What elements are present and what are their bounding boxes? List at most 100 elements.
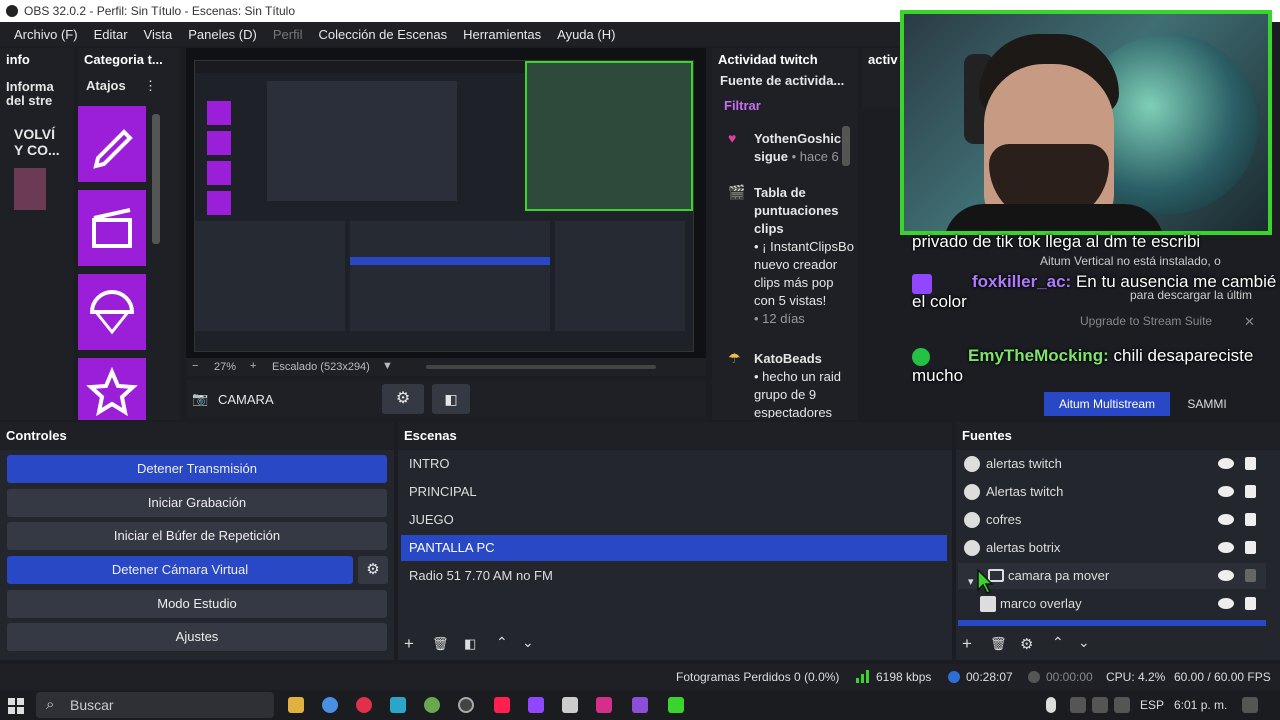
chrome-icon[interactable]: [322, 697, 338, 713]
lock-icon[interactable]: [1245, 597, 1256, 610]
lock-icon[interactable]: [1245, 541, 1256, 554]
shortcut-parachute[interactable]: [78, 274, 146, 350]
eye-icon[interactable]: [1218, 598, 1234, 609]
preview-canvas[interactable]: [186, 48, 706, 358]
microphone-icon[interactable]: [1046, 697, 1056, 713]
language-indicator[interactable]: ESP: [1140, 698, 1164, 712]
stop-virtual-camera-button[interactable]: Detener Cámara Virtual: [7, 556, 353, 584]
clapper-icon: 🎬: [728, 184, 746, 200]
volume-icon[interactable]: [1114, 697, 1130, 713]
clock[interactable]: 6:01 p. m.: [1174, 698, 1227, 712]
info-note-2: Y CO...: [14, 142, 60, 158]
eye-icon[interactable]: [1218, 514, 1234, 525]
image-source-icon: [980, 596, 996, 612]
activity-item-3: KatoBeads • hecho un raid grupo de 9 esp…: [754, 350, 854, 418]
virtual-camera-settings-button[interactable]: ⚙: [358, 556, 388, 584]
menu-paneles[interactable]: Paneles (D): [180, 27, 265, 42]
remove-source-button[interactable]: 🗑: [990, 636, 1007, 652]
scene-item-juego[interactable]: JUEGO: [401, 507, 947, 533]
shortcut-star[interactable]: [78, 358, 146, 420]
taskbar-search[interactable]: ⌕ Buscar: [36, 692, 274, 718]
categoria-dock-title: Categoria t...: [84, 52, 163, 67]
filter-button[interactable]: Filtrar: [724, 98, 761, 113]
add-scene-button[interactable]: +: [404, 634, 414, 654]
add-source-button[interactable]: +: [962, 634, 972, 654]
upgrade-link[interactable]: Upgrade to Stream Suite: [1080, 314, 1212, 328]
source-properties-button-2[interactable]: ⚙: [1020, 635, 1033, 653]
source-filters-button[interactable]: ◧: [432, 384, 470, 414]
scene-item-radio[interactable]: Radio 51 7.70 AM no FM: [401, 563, 947, 589]
scene-filters-button[interactable]: ◧: [464, 636, 476, 652]
app-icon-teal[interactable]: [390, 697, 406, 713]
notifications-icon[interactable]: [1242, 697, 1258, 713]
source-item[interactable]: marco overlay: [958, 591, 1266, 617]
app-icon-lime[interactable]: [668, 697, 684, 713]
menu-herramientas[interactable]: Herramientas: [455, 27, 549, 42]
close-icon[interactable]: ✕: [1244, 314, 1255, 330]
tiktok-icon[interactable]: [494, 697, 510, 713]
start-replay-buffer-button[interactable]: Iniciar el Búfer de Repetición: [7, 522, 387, 550]
parachute-small-icon: ☂: [728, 350, 741, 366]
sammi-tab[interactable]: SAMMI: [1176, 392, 1238, 416]
move-scene-down-button[interactable]: ⌄: [522, 634, 534, 651]
eye-icon[interactable]: [1218, 570, 1234, 581]
info-note: VOLVÍ Y CO...: [14, 126, 60, 158]
instagram-icon[interactable]: [596, 697, 612, 713]
stop-streaming-button[interactable]: Detener Transmisión: [7, 455, 387, 483]
app-icon-red[interactable]: [356, 697, 372, 713]
menu-editar[interactable]: Editar: [86, 27, 136, 42]
start-recording-button[interactable]: Iniciar Grabación: [7, 489, 387, 517]
tray-icon[interactable]: [1070, 697, 1086, 713]
scene-item-pantalla-pc[interactable]: PANTALLA PC: [401, 535, 947, 561]
move-source-up-button[interactable]: ⌃: [1052, 634, 1064, 651]
lock-icon[interactable]: [1245, 513, 1256, 526]
settings-button[interactable]: Ajustes: [7, 623, 387, 651]
lock-icon[interactable]: [1245, 485, 1256, 498]
file-explorer-icon[interactable]: [288, 697, 304, 713]
source-item[interactable]: alertas botrix: [958, 535, 1266, 561]
scrollbar[interactable]: [152, 114, 160, 244]
shortcut-clapper[interactable]: [78, 190, 146, 266]
zoom-in-button[interactable]: +: [250, 360, 256, 372]
app-icon-gray[interactable]: [562, 697, 578, 713]
unlock-icon[interactable]: [1245, 569, 1256, 582]
scene-item-intro[interactable]: INTRO: [401, 451, 947, 477]
twitch-icon[interactable]: [528, 697, 544, 713]
source-label: alertas twitch: [986, 456, 1062, 471]
eye-icon[interactable]: [1218, 486, 1234, 497]
move-source-down-button[interactable]: ⌄: [1078, 634, 1090, 651]
menu-archivo[interactable]: Archivo (F): [6, 27, 86, 42]
source-item[interactable]: Alertas twitch: [958, 479, 1266, 505]
obs-logo-icon: [6, 5, 18, 17]
network-icon[interactable]: [1092, 697, 1108, 713]
windows-start-icon[interactable]: [8, 698, 24, 714]
menu-vista[interactable]: Vista: [136, 27, 181, 42]
eye-icon[interactable]: [1218, 542, 1234, 553]
source-properties-button[interactable]: ⚙: [382, 384, 424, 414]
source-item[interactable]: alertas twitch: [958, 451, 1266, 477]
source-label: alertas botrix: [986, 540, 1061, 555]
shortcut-edit[interactable]: [78, 106, 146, 182]
bitrate: 6198 kbps: [876, 670, 932, 684]
menu-coleccion-escenas[interactable]: Colección de Escenas: [310, 27, 455, 42]
menu-perfil[interactable]: Perfil: [265, 27, 311, 42]
chevron-down-icon[interactable]: ▼: [382, 360, 393, 372]
lock-icon[interactable]: [1245, 457, 1256, 470]
move-scene-up-button[interactable]: ⌃: [496, 634, 508, 651]
app-icon-green[interactable]: [424, 697, 440, 713]
obs-taskbar-icon[interactable]: [458, 697, 474, 713]
source-item[interactable]: cofres: [958, 507, 1266, 533]
source-item-group[interactable]: ▾ camara pa mover: [958, 563, 1266, 589]
zoom-out-button[interactable]: −: [192, 360, 198, 372]
menu-ayuda[interactable]: Ayuda (H): [549, 27, 623, 42]
horizontal-scrollbar[interactable]: [426, 365, 656, 369]
activity-scrollbar[interactable]: [842, 126, 850, 166]
activity-2-text: • ¡ InstantClipsBo nuevo creador clips m…: [754, 239, 854, 308]
studio-mode-button[interactable]: Modo Estudio: [7, 590, 387, 618]
remove-scene-button[interactable]: 🗑: [432, 636, 449, 652]
app-icon-purple[interactable]: [632, 697, 648, 713]
more-icon[interactable]: ⋮: [144, 78, 157, 94]
scene-item-principal[interactable]: PRINCIPAL: [401, 479, 947, 505]
aitum-multistream-tab[interactable]: Aitum Multistream: [1044, 392, 1170, 416]
eye-icon[interactable]: [1218, 458, 1234, 469]
